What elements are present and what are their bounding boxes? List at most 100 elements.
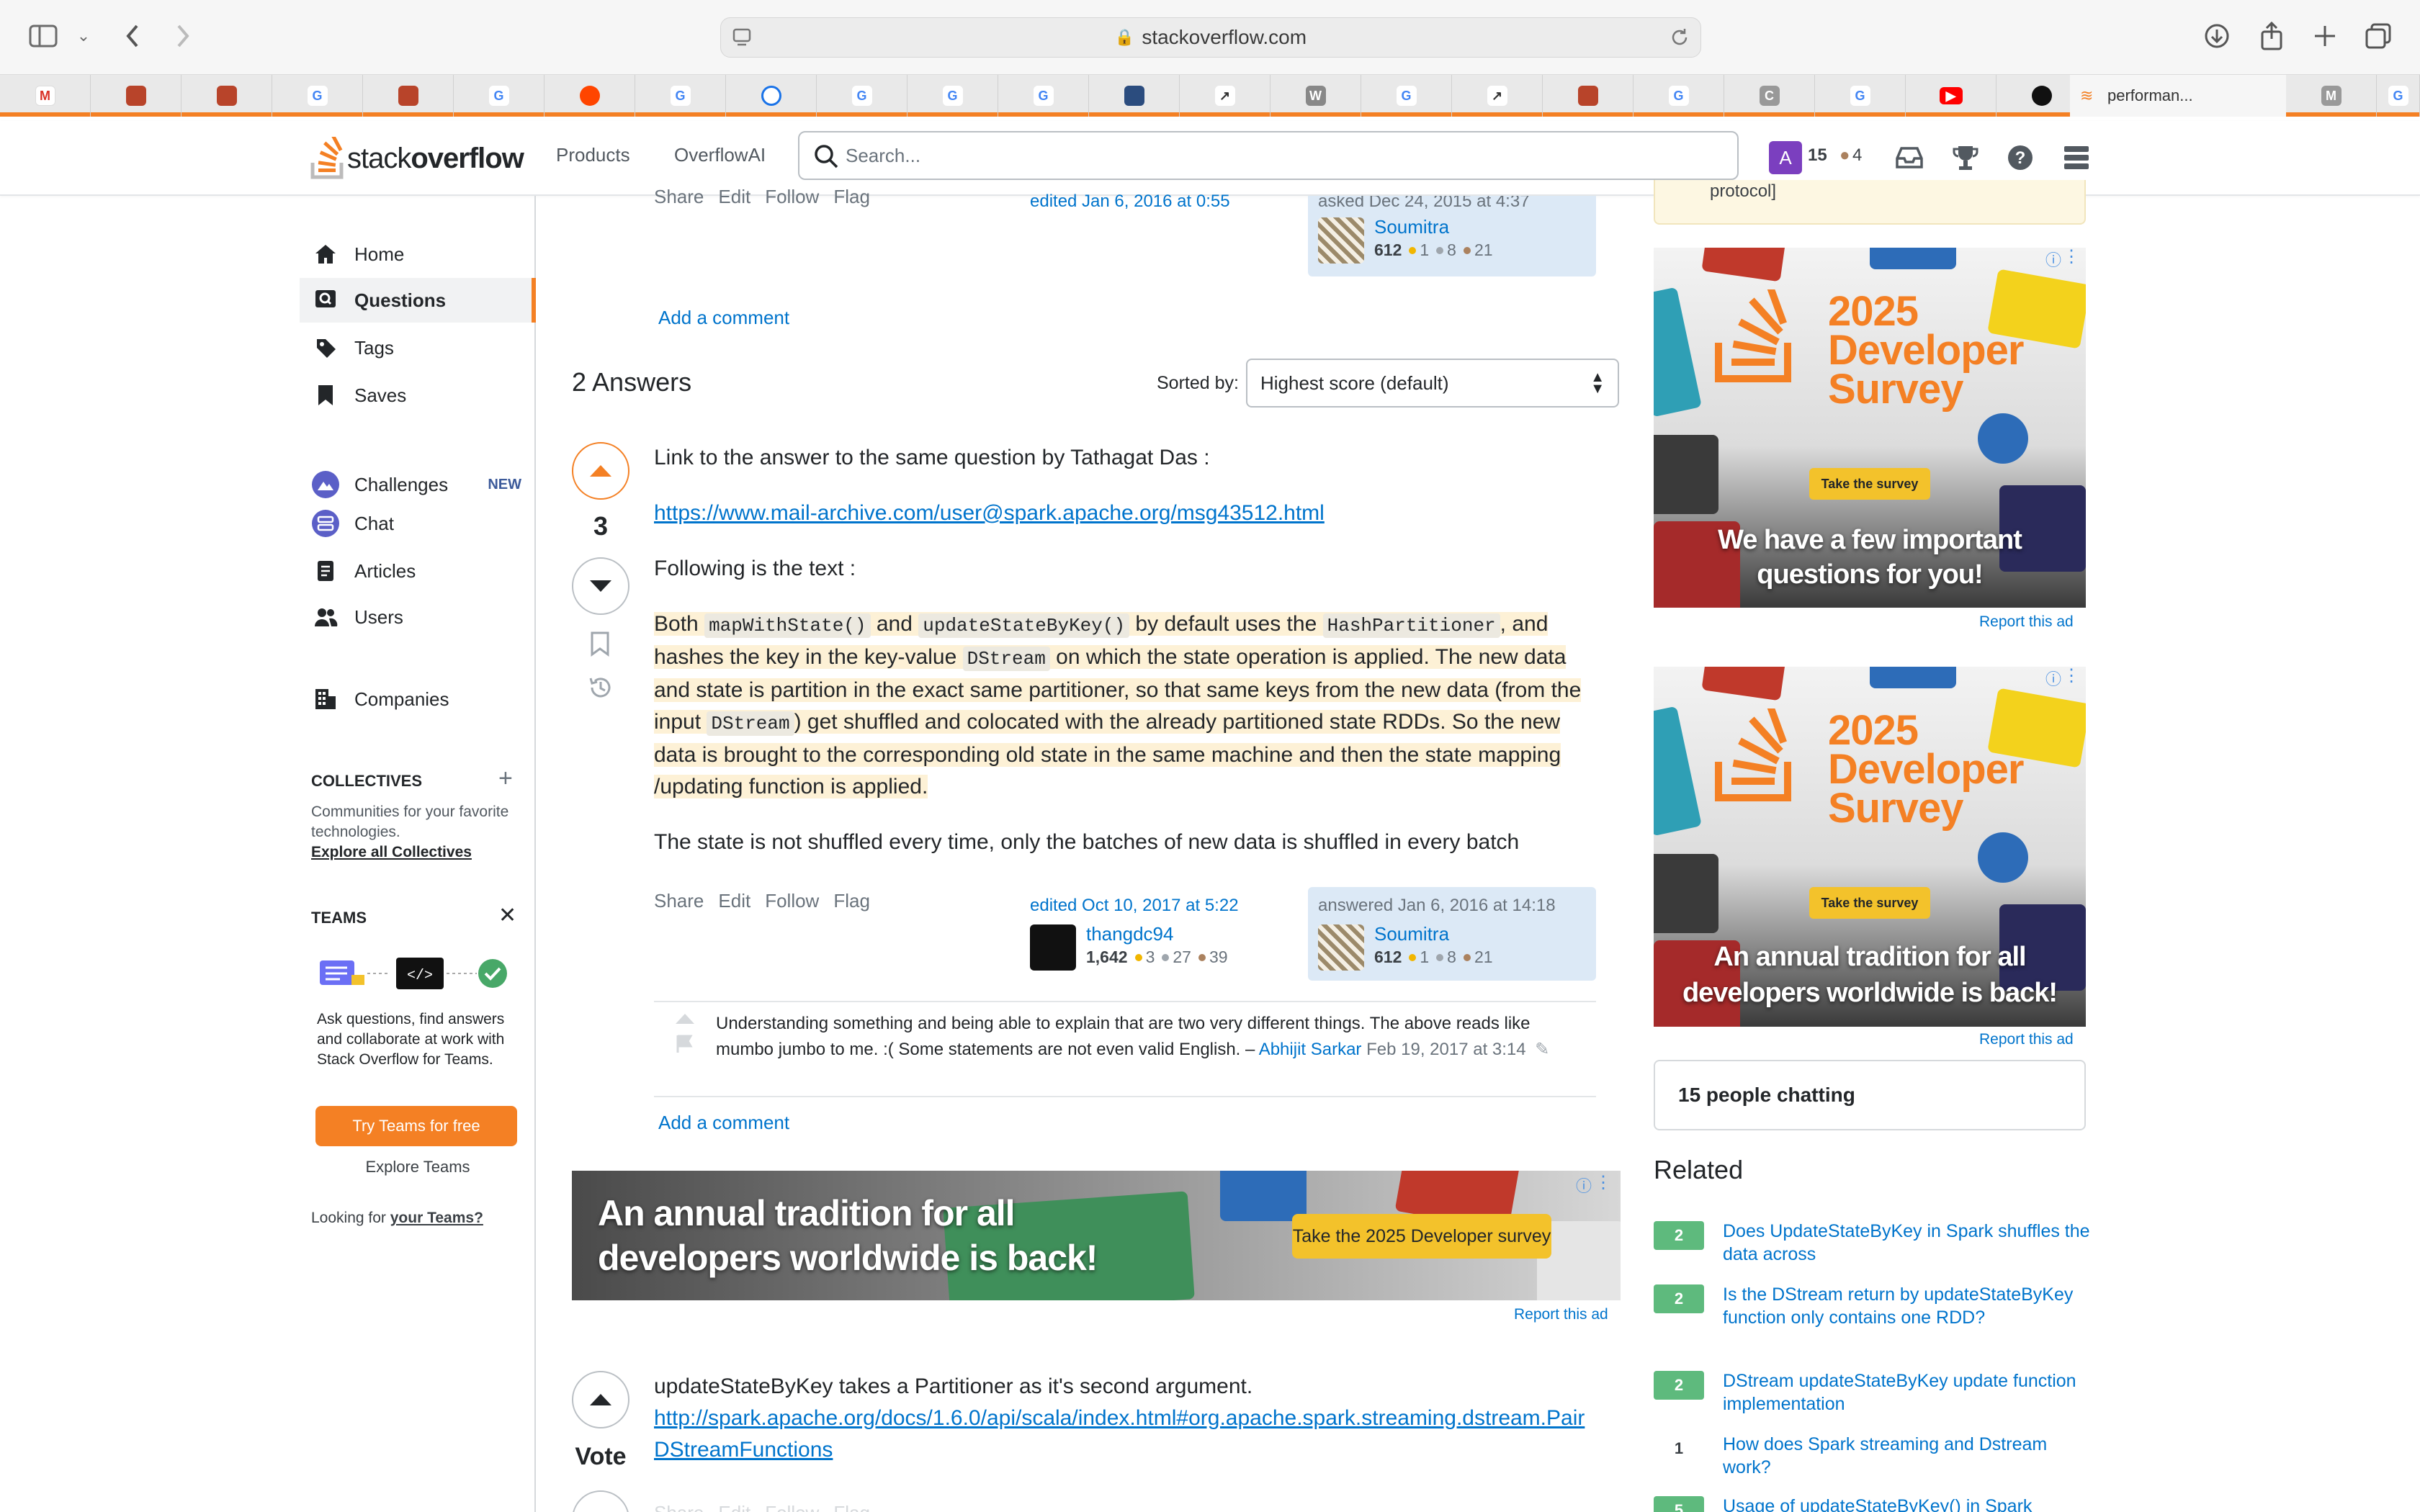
sidebar-item-questions[interactable]: Questions bbox=[300, 278, 536, 323]
downvote-button[interactable] bbox=[572, 1490, 629, 1512]
banner-ad[interactable]: An annual tradition for all developers w… bbox=[572, 1171, 1621, 1300]
address-bar[interactable]: 🔒 stackoverflow.com bbox=[720, 17, 1701, 58]
share-link[interactable]: Share bbox=[654, 1502, 704, 1512]
tab-google[interactable]: G bbox=[635, 75, 726, 117]
tab-cambridge[interactable] bbox=[363, 75, 454, 117]
explore-collectives-link[interactable]: Explore all Collectives bbox=[311, 842, 520, 863]
tab-youtube[interactable]: ▶ bbox=[1906, 75, 1996, 117]
ad-info-icon[interactable]: ⓘ bbox=[1576, 1174, 1592, 1197]
tab-gmail[interactable]: M bbox=[0, 75, 91, 117]
try-teams-button[interactable]: Try Teams for free bbox=[315, 1106, 517, 1146]
related-link[interactable]: Is the DStream return by updateStateByKe… bbox=[1723, 1283, 2097, 1329]
comment-upvote-icon[interactable] bbox=[674, 1012, 696, 1029]
add-collective-icon[interactable]: + bbox=[498, 765, 513, 793]
ad-info-icon[interactable]: ⓘ bbox=[2045, 667, 2061, 690]
flag-icon[interactable] bbox=[676, 1034, 694, 1058]
sidebar-item-challenges[interactable]: Challenges NEW bbox=[300, 462, 536, 507]
tab-active[interactable]: ≋ performan... bbox=[2070, 75, 2286, 117]
trophy-icon[interactable] bbox=[1946, 138, 1985, 177]
site-switcher-icon[interactable] bbox=[2057, 138, 2096, 177]
share-link[interactable]: Share bbox=[654, 186, 704, 207]
sidebar-item-tags[interactable]: Tags bbox=[300, 325, 536, 370]
mail-archive-link[interactable]: https://www.mail-archive.com/user@spark.… bbox=[654, 501, 1325, 525]
related-link[interactable]: DStream updateStateByKey update function… bbox=[1723, 1369, 2097, 1416]
take-survey-button[interactable]: Take the survey bbox=[1809, 887, 1930, 919]
bookmark-icon[interactable] bbox=[589, 631, 611, 660]
page-settings-icon[interactable] bbox=[731, 27, 753, 53]
tab-site[interactable] bbox=[1089, 75, 1180, 117]
back-icon[interactable] bbox=[115, 19, 150, 53]
follow-link[interactable]: Follow bbox=[765, 890, 819, 912]
sidebar-item-saves[interactable]: Saves bbox=[300, 373, 536, 418]
ad-menu-icon[interactable]: ⋮ bbox=[2063, 667, 2080, 686]
downvote-button[interactable] bbox=[572, 557, 629, 615]
avatar[interactable] bbox=[1318, 924, 1364, 971]
sidebar-item-articles[interactable]: Articles bbox=[300, 549, 536, 593]
related-link[interactable]: Usage of updateStateByKey() in Spark bbox=[1723, 1495, 2097, 1512]
edit-link[interactable]: Edit bbox=[718, 1502, 750, 1512]
avatar[interactable] bbox=[1030, 924, 1076, 971]
sidebar-item-chat[interactable]: Chat bbox=[300, 501, 536, 546]
tab-chart[interactable]: ↗ bbox=[1452, 75, 1543, 117]
sidebar-item-home[interactable]: Home bbox=[300, 232, 536, 276]
comment-date[interactable]: Feb 19, 2017 at 3:14 bbox=[1361, 1040, 1526, 1059]
avatar[interactable]: A bbox=[1769, 141, 1802, 174]
ad-menu-icon[interactable]: ⋮ bbox=[2063, 248, 2080, 267]
nav-products[interactable]: Products bbox=[556, 144, 630, 166]
tab-cambridge[interactable] bbox=[91, 75, 182, 117]
search-input[interactable]: Search... bbox=[798, 131, 1739, 180]
ad-info-icon[interactable]: ⓘ bbox=[2045, 248, 2061, 271]
survey-ad[interactable]: 2025 Developer Survey Take the survey We h… bbox=[1654, 248, 2086, 608]
upvote-button[interactable] bbox=[572, 1371, 629, 1428]
flag-link[interactable]: Flag bbox=[833, 890, 870, 912]
chevron-down-icon[interactable]: ⌄ bbox=[66, 19, 101, 53]
tab-cambridge[interactable] bbox=[1543, 75, 1634, 117]
tab-site[interactable]: C bbox=[1724, 75, 1815, 117]
related-link[interactable]: How does Spark streaming and Dstream wor… bbox=[1723, 1433, 2097, 1479]
tab-google[interactable]: G bbox=[454, 75, 544, 117]
user-name-link[interactable]: Soumitra bbox=[1374, 216, 1449, 238]
take-survey-button[interactable]: Take the survey bbox=[1809, 468, 1930, 500]
tab-overview-icon[interactable] bbox=[2361, 19, 2396, 53]
tab-google[interactable]: G bbox=[817, 75, 908, 117]
sidebar-item-companies[interactable]: Companies bbox=[300, 677, 536, 721]
sidebar-item-users[interactable]: Users bbox=[300, 595, 536, 639]
help-icon[interactable]: ? bbox=[2001, 138, 2040, 177]
inbox-icon[interactable] bbox=[1890, 138, 1929, 177]
sort-select[interactable]: Highest score (default) ▲ ▼ bbox=[1246, 359, 1619, 408]
comment-user-link[interactable]: Abhijit Sarkar bbox=[1259, 1040, 1362, 1059]
sidebar-toggle-icon[interactable] bbox=[26, 19, 60, 53]
tab-google[interactable]: G bbox=[272, 75, 363, 117]
report-ad-link[interactable]: Report this ad bbox=[1979, 613, 2074, 631]
downloads-icon[interactable] bbox=[2200, 19, 2234, 53]
user-name-link[interactable]: Soumitra bbox=[1374, 923, 1449, 945]
avatar[interactable] bbox=[1318, 217, 1364, 264]
survey-ad[interactable]: 2025 Developer Survey Take the survey An a… bbox=[1654, 667, 2086, 1027]
new-tab-icon[interactable] bbox=[2308, 19, 2342, 53]
site-logo[interactable]: stackoverflow bbox=[310, 131, 524, 186]
tab-google[interactable]: G bbox=[908, 75, 998, 117]
report-ad-link[interactable]: Report this ad bbox=[1514, 1306, 1608, 1323]
chat-widget[interactable]: 15 people chatting bbox=[1654, 1060, 2086, 1130]
ad-menu-icon[interactable]: ⋮ bbox=[1595, 1172, 1612, 1193]
tab-reddit[interactable] bbox=[544, 75, 635, 117]
forward-icon[interactable] bbox=[166, 19, 200, 53]
reload-icon[interactable] bbox=[1669, 27, 1690, 53]
close-icon[interactable]: ✕ bbox=[498, 903, 516, 928]
tab-google[interactable]: G bbox=[1634, 75, 1724, 117]
tab-google[interactable]: G bbox=[1361, 75, 1452, 117]
upvote-button[interactable] bbox=[572, 442, 629, 500]
tab-cambridge[interactable] bbox=[182, 75, 272, 117]
edited-date-link[interactable]: edited Oct 10, 2017 at 5:22 bbox=[1030, 896, 1298, 916]
related-link[interactable]: Does UpdateStateByKey in Spark shuffles … bbox=[1723, 1220, 2097, 1266]
take-survey-button[interactable]: Take the 2025 Developer survey bbox=[1292, 1214, 1551, 1259]
add-comment-link[interactable]: Add a comment bbox=[658, 307, 789, 329]
share-link[interactable]: Share bbox=[654, 890, 704, 912]
follow-link[interactable]: Follow bbox=[765, 186, 819, 207]
report-ad-link[interactable]: Report this ad bbox=[1979, 1031, 2074, 1048]
flag-link[interactable]: Flag bbox=[833, 1502, 870, 1512]
tab-google[interactable]: G bbox=[998, 75, 1089, 117]
tab-site[interactable] bbox=[726, 75, 817, 117]
flag-link[interactable]: Flag bbox=[833, 186, 870, 207]
edit-link[interactable]: Edit bbox=[718, 890, 750, 912]
